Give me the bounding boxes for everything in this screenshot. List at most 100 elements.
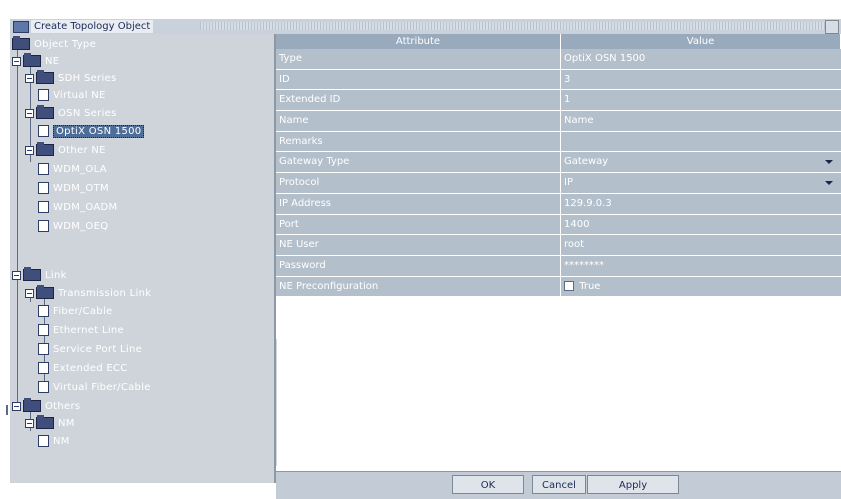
value-cell-ip-address[interactable]: 129.9.0.3 <box>561 193 841 214</box>
tree-node-ethernet-line[interactable]: Ethernet Line <box>38 322 124 338</box>
apply-button[interactable]: Apply <box>587 475 679 494</box>
document-icon <box>38 324 49 336</box>
table-empty-area <box>276 339 841 466</box>
tree-node-others[interactable]: Others <box>12 398 80 414</box>
tree-node-label: Link <box>45 269 67 281</box>
window-icon <box>13 21 29 33</box>
value-cell-id[interactable]: 3 <box>561 69 841 90</box>
folder-icon <box>36 105 54 119</box>
folder-icon <box>23 398 41 412</box>
folder-icon <box>23 53 41 67</box>
document-icon <box>38 305 49 317</box>
title-bar-pattern <box>200 22 826 30</box>
column-header-attribute[interactable]: Attribute <box>276 34 561 49</box>
attribute-panel: Attribute Value Type OptiX OSN 1500 ID 3… <box>276 34 841 499</box>
tree-node-label: WDM_OLA <box>53 163 107 175</box>
tree-node-label: WDM_OEQ <box>53 220 109 232</box>
tree-node-label: Virtual NE <box>53 89 106 101</box>
tree-node-transmission-link[interactable]: Transmission Link <box>25 285 151 301</box>
collapse-icon[interactable] <box>25 73 34 83</box>
ne-preconfiguration-cell[interactable]: True <box>561 276 841 297</box>
table-row: Password ******** <box>276 255 841 277</box>
tree-node-label: NE <box>45 55 60 67</box>
tree-node-wdm-oeq[interactable]: WDM_OEQ <box>38 218 108 234</box>
protocol-dropdown[interactable]: IP <box>561 173 841 193</box>
tree-node-link[interactable]: Link <box>12 267 67 283</box>
tree-node-nm-group[interactable]: NM <box>25 415 75 431</box>
gateway-type-dropdown[interactable]: Gateway <box>561 152 841 173</box>
attribute-cell: Type <box>276 49 561 69</box>
tree-node-wdm-oadm[interactable]: WDM_OADM <box>38 199 117 215</box>
tree-node-label-selected: OptiX OSN 1500 <box>53 124 145 138</box>
value-cell-port[interactable]: 1400 <box>561 214 841 235</box>
table-row: Gateway Type Gateway <box>276 152 841 174</box>
collapse-icon[interactable] <box>12 270 21 280</box>
password-field[interactable]: ******** <box>561 255 841 276</box>
tree-node-extended-ecc[interactable]: Extended ECC <box>38 360 128 376</box>
folder-icon <box>36 142 54 156</box>
tree-node-sdh-series[interactable]: SDH Series <box>25 70 117 86</box>
ok-button[interactable]: OK <box>452 475 524 494</box>
edge-marker <box>6 405 8 415</box>
collapse-icon[interactable] <box>25 108 34 118</box>
attribute-cell: Extended ID <box>276 90 561 111</box>
table-row: IP Address 129.9.0.3 <box>276 193 841 215</box>
value-cell-remarks[interactable] <box>561 131 841 152</box>
tree-node-other-ne[interactable]: Other NE <box>25 142 106 158</box>
checkbox-label: True <box>579 280 601 292</box>
tree-node-label: Ethernet Line <box>53 324 124 336</box>
document-icon <box>38 435 49 447</box>
attribute-cell: Name <box>276 111 561 131</box>
document-icon <box>38 343 49 355</box>
tree-node-fiber-cable[interactable]: Fiber/Cable <box>38 303 112 319</box>
tree-node-service-port-line[interactable]: Service Port Line <box>38 341 142 357</box>
collapse-icon[interactable] <box>12 56 21 66</box>
table-row: Type OptiX OSN 1500 <box>276 49 841 70</box>
tree-node-label: Transmission Link <box>58 287 152 299</box>
attribute-cell: ID <box>276 69 561 90</box>
value-cell-name[interactable]: Name <box>561 111 841 131</box>
tree-node-wdm-ola[interactable]: WDM_OLA <box>38 161 107 177</box>
tree-node-optix-osn-1500[interactable]: OptiX OSN 1500 <box>38 123 145 139</box>
attribute-table: Type OptiX OSN 1500 ID 3 Extended ID 1 N… <box>276 49 841 298</box>
collapse-icon[interactable] <box>25 418 34 428</box>
document-icon <box>38 362 49 374</box>
tree-node-wdm-otm[interactable]: WDM_OTM <box>38 180 109 196</box>
tree-node-virtual-ne[interactable]: Virtual NE <box>38 87 106 103</box>
ne-preconfiguration-checkbox[interactable] <box>564 280 574 291</box>
collapse-icon[interactable] <box>12 401 21 411</box>
tree-node-nm[interactable]: NM <box>38 433 70 449</box>
cancel-button[interactable]: Cancel <box>532 475 586 494</box>
attribute-table-header: Attribute Value <box>276 34 841 49</box>
tree-node-label: Virtual Fiber/Cable <box>53 381 151 393</box>
folder-icon <box>36 70 54 84</box>
tree-node-ne[interactable]: NE <box>12 53 59 69</box>
tree-node-osn-series[interactable]: OSN Series <box>25 105 117 121</box>
tree-node-label: OSN Series <box>58 107 117 119</box>
table-row: NE User root <box>276 235 841 256</box>
document-icon <box>38 201 49 213</box>
value-cell-ne-user[interactable]: root <box>561 235 841 255</box>
attribute-cell: NE Preconfiguration <box>276 276 561 297</box>
value-cell-extended-id[interactable]: 1 <box>561 90 841 111</box>
folder-icon <box>12 36 30 50</box>
document-icon <box>38 220 49 232</box>
tree-node-label: WDM_OTM <box>53 182 109 194</box>
chevron-down-icon[interactable] <box>825 181 833 186</box>
table-row: Extended ID 1 <box>276 90 841 112</box>
tree-node-label: Other NE <box>58 144 106 156</box>
title-bar[interactable]: Create Topology Object <box>10 19 841 35</box>
maximize-button[interactable] <box>825 20 839 34</box>
attribute-cell: Port <box>276 214 561 235</box>
tree-node-label: NM <box>58 417 75 429</box>
chevron-down-icon[interactable] <box>825 160 833 165</box>
table-row: Name Name <box>276 111 841 132</box>
collapse-icon[interactable] <box>25 145 34 155</box>
dropdown-value: IP <box>564 177 573 189</box>
folder-icon <box>36 415 54 429</box>
column-header-value[interactable]: Value <box>561 34 841 49</box>
tree-node-virtual-fiber-cable[interactable]: Virtual Fiber/Cable <box>38 379 151 395</box>
collapse-icon[interactable] <box>25 288 34 298</box>
document-icon <box>38 182 49 194</box>
tree-node-root[interactable]: Object Type <box>12 36 96 52</box>
